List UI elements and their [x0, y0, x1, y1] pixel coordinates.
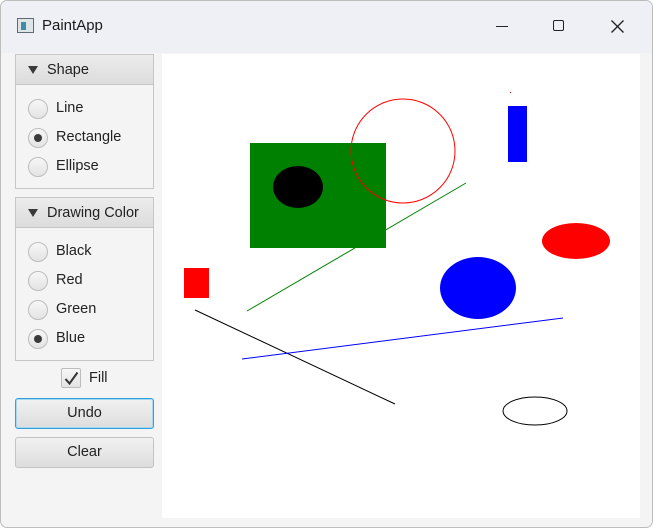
close-icon: [611, 20, 624, 33]
drawing-canvas[interactable]: [162, 54, 640, 518]
shape-option-ellipse[interactable]: Ellipse: [16, 152, 153, 181]
blue-rectangle: [508, 106, 527, 162]
blue-line: [241, 317, 564, 360]
canvas-drawing: [184, 92, 610, 426]
radio-red[interactable]: [28, 271, 48, 291]
radio-rectangle[interactable]: [28, 128, 48, 148]
fill-label: Fill: [89, 370, 108, 386]
black-line: [194, 309, 396, 405]
radio-label: Green: [56, 301, 97, 317]
app-icon: [17, 18, 34, 33]
fill-checkbox[interactable]: [61, 368, 81, 388]
radio-ellipse[interactable]: [28, 157, 48, 177]
radio-black[interactable]: [28, 242, 48, 262]
radio-label: Black: [56, 243, 92, 259]
drawing-color-panel: Drawing Color Black Red Green Blue: [15, 197, 154, 361]
radio-line[interactable]: [28, 99, 48, 119]
collapse-arrow-icon: [28, 66, 38, 74]
close-button[interactable]: [588, 1, 646, 53]
shape-panel-header[interactable]: Shape: [16, 55, 153, 85]
minimize-button[interactable]: [472, 1, 530, 53]
title-bar[interactable]: PaintApp: [1, 1, 652, 53]
shape-panel: Shape Line Rectangle Ellipse: [15, 54, 154, 189]
color-option-blue[interactable]: Blue: [16, 324, 153, 353]
window-title: PaintApp: [42, 17, 103, 34]
radio-label: Blue: [56, 330, 86, 346]
clear-button[interactable]: Clear: [15, 437, 154, 468]
radio-blue[interactable]: [28, 329, 48, 349]
red-square: [184, 268, 209, 298]
black-outline-ellipse: [502, 396, 568, 426]
shape-options: Line Rectangle Ellipse: [16, 85, 153, 181]
blue-filled-ellipse: [440, 257, 516, 319]
color-option-black[interactable]: Black: [16, 237, 153, 266]
color-option-red[interactable]: Red: [16, 266, 153, 295]
shape-panel-title: Shape: [47, 62, 89, 78]
checkmark-icon: [64, 371, 79, 386]
red-filled-ellipse: [542, 223, 610, 259]
fill-checkbox-row[interactable]: Fill: [61, 367, 131, 391]
app-window: PaintApp Shape Line Rectangle Ellipse Dr…: [0, 0, 653, 528]
drawing-color-panel-title: Drawing Color: [47, 205, 139, 221]
maximize-button[interactable]: [530, 1, 588, 53]
radio-green[interactable]: [28, 300, 48, 320]
color-option-green[interactable]: Green: [16, 295, 153, 324]
drawing-color-panel-header[interactable]: Drawing Color: [16, 198, 153, 228]
shape-option-rectangle[interactable]: Rectangle: [16, 123, 153, 152]
undo-button[interactable]: Undo: [15, 398, 154, 429]
black-filled-ellipse: [273, 166, 323, 208]
radio-label: Rectangle: [56, 129, 122, 145]
collapse-arrow-icon: [28, 209, 38, 217]
radio-label: Line: [56, 100, 84, 116]
red-dot: [510, 92, 511, 93]
shape-option-line[interactable]: Line: [16, 94, 153, 123]
radio-label: Red: [56, 272, 83, 288]
color-options: Black Red Green Blue: [16, 228, 153, 353]
radio-label: Ellipse: [56, 158, 99, 174]
